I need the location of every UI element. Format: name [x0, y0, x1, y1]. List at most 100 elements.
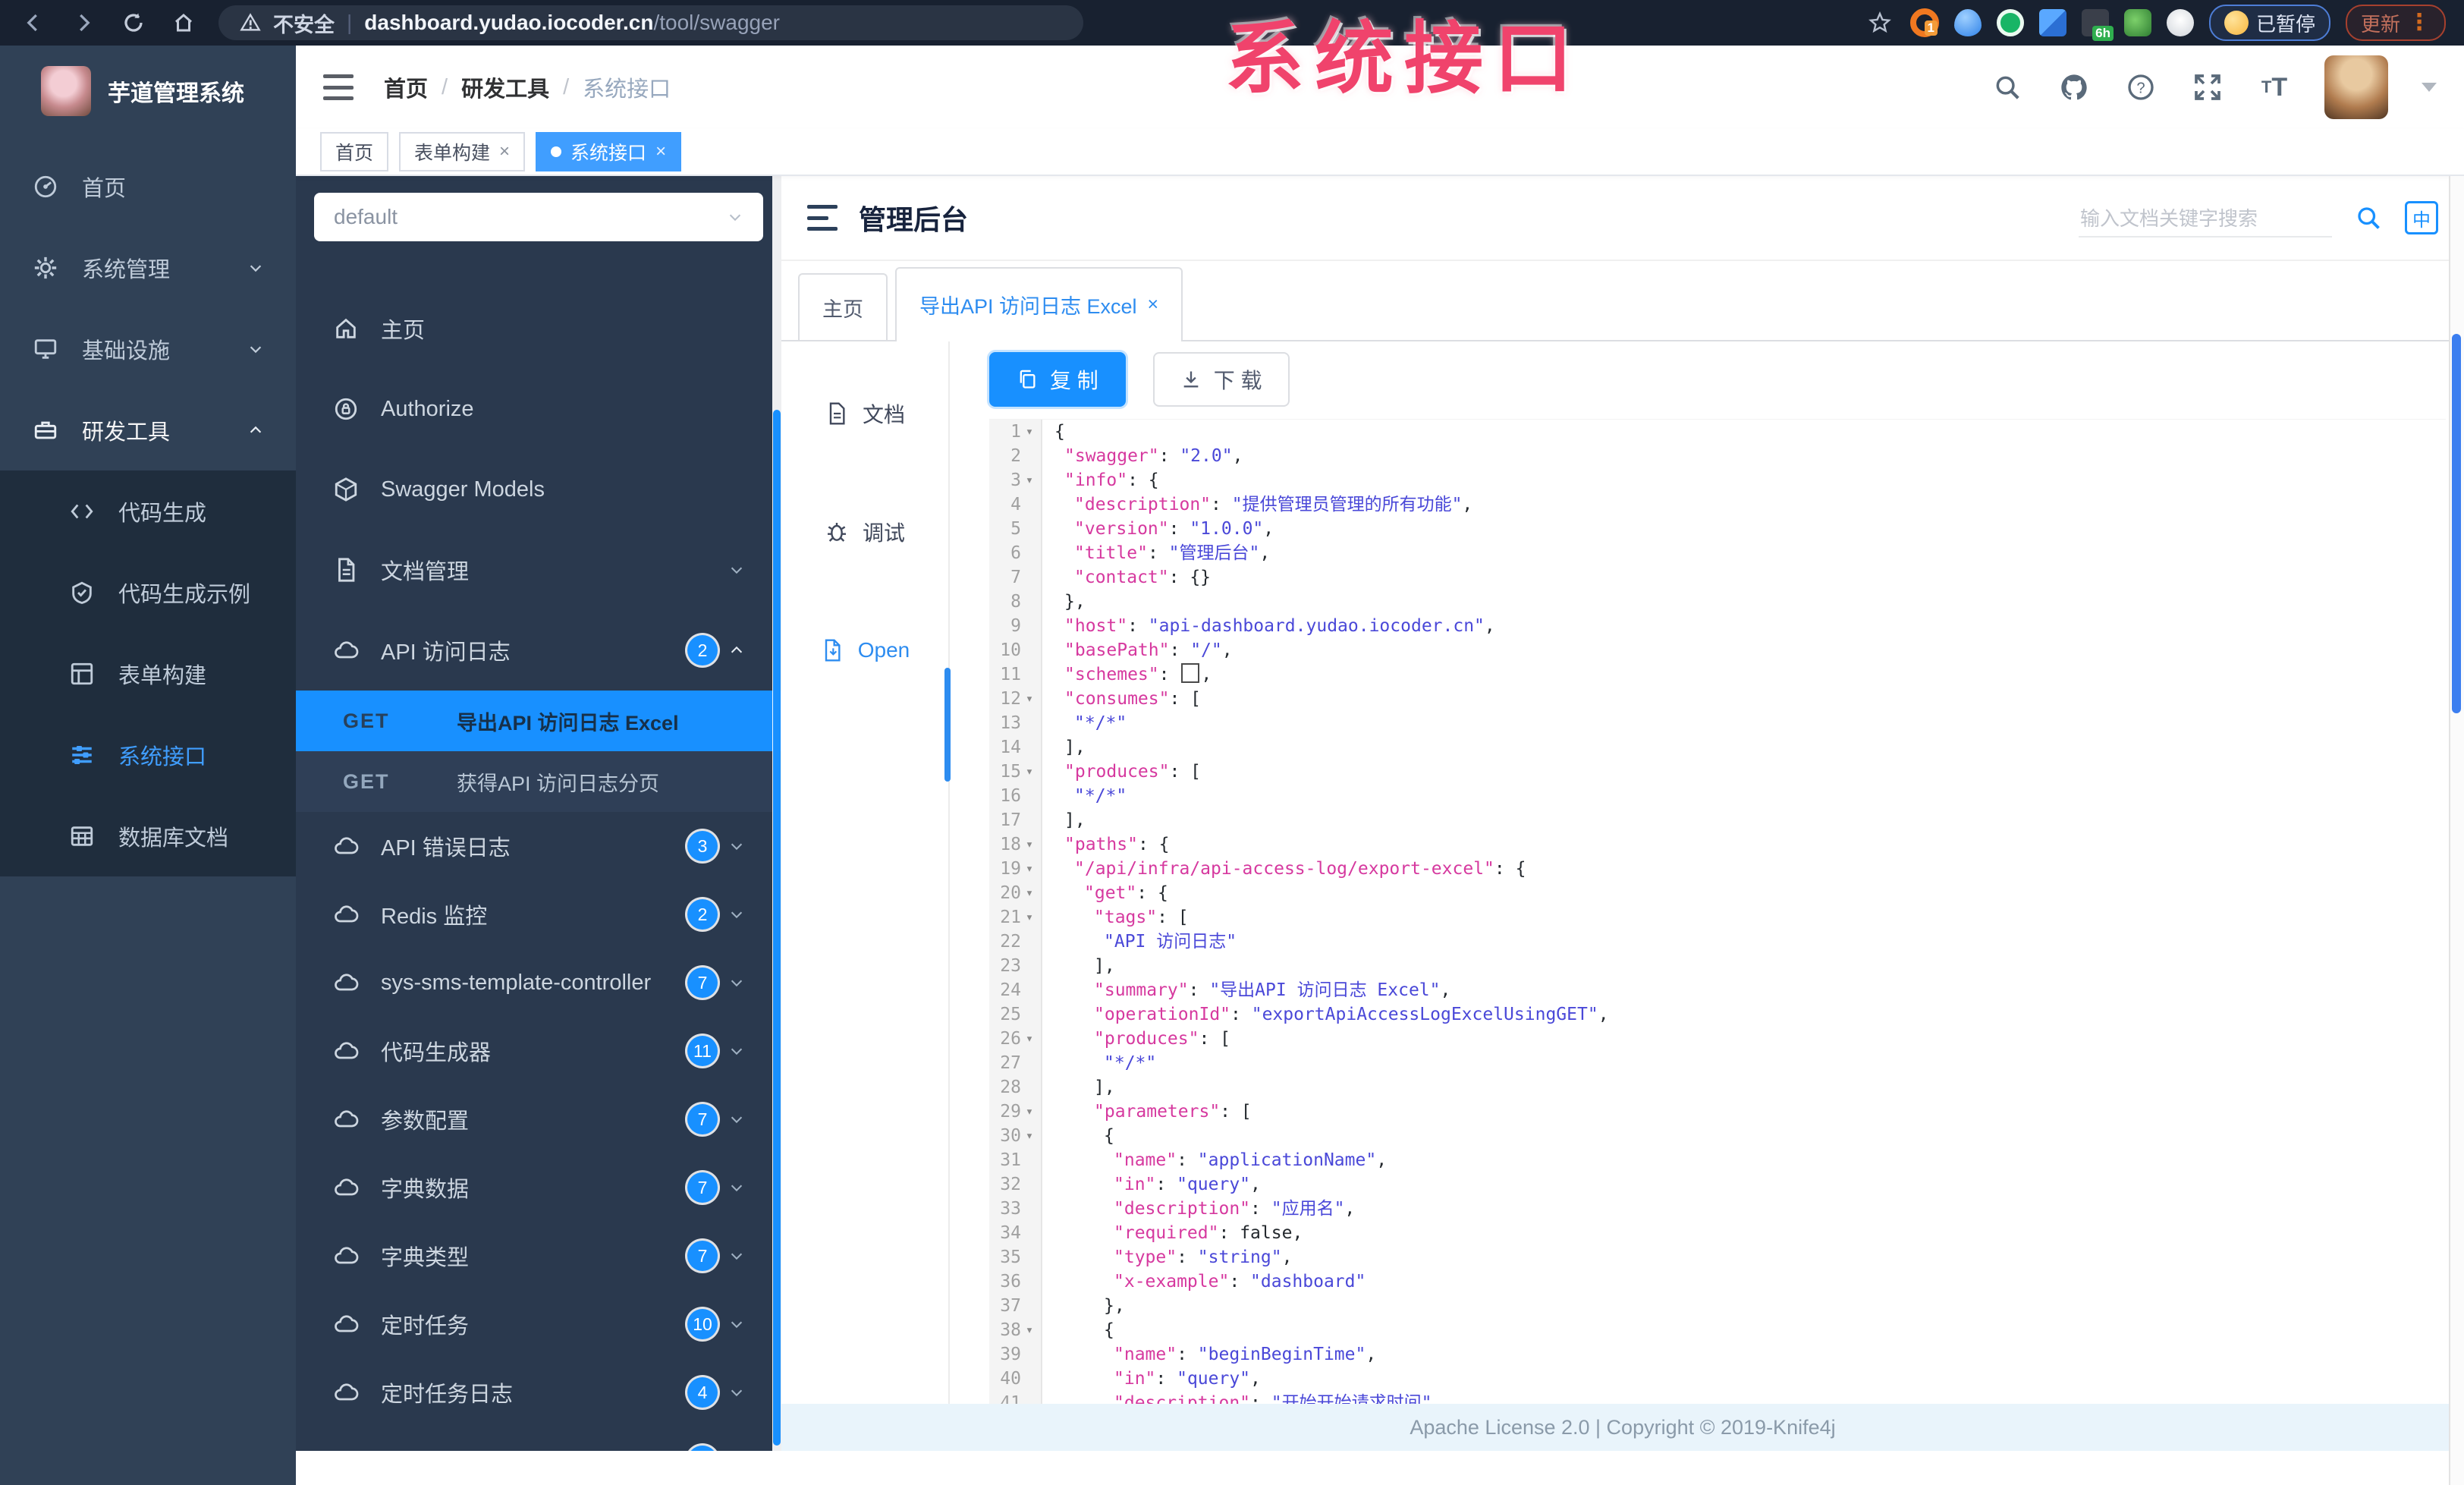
- breadcrumb-home[interactable]: 首页: [384, 71, 428, 103]
- sidebar-item-devtools[interactable]: 研发工具: [0, 389, 296, 470]
- doc-tab-export-excel[interactable]: 导出API 访问日志 Excel ×: [895, 267, 1183, 341]
- copy-button[interactable]: 复 制: [989, 352, 1126, 407]
- doc-search-icon[interactable]: [2352, 201, 2385, 234]
- extension-leaf-icon[interactable]: [2123, 9, 2151, 36]
- tag-close-icon[interactable]: ×: [655, 141, 666, 162]
- fold-toggle-icon[interactable]: ▾: [1023, 687, 1036, 711]
- language-switch-icon[interactable]: 中: [2405, 201, 2438, 234]
- page-scrollbar-thumb[interactable]: [2452, 334, 2461, 713]
- address-bar[interactable]: 不安全 | dashboard.yudao.iocoder.cn/tool/sw…: [218, 5, 1083, 40]
- extension-orange-icon[interactable]: 1: [1909, 8, 1939, 37]
- api-group-item[interactable]: 定时任务日志 4: [296, 1358, 781, 1427]
- api-group-item[interactable]: 参数配置 7: [296, 1085, 781, 1153]
- api-group-item[interactable]: 字典类型 7: [296, 1222, 781, 1290]
- tab-close-icon[interactable]: ×: [1148, 294, 1159, 316]
- operation-get-page[interactable]: GET 获得API 访问日志分页: [296, 751, 781, 812]
- tag-label: 首页: [335, 143, 374, 164]
- browser-reload-icon[interactable]: [118, 8, 149, 38]
- api-group-item[interactable]: 字典数据 7: [296, 1153, 781, 1222]
- browser-menu-icon[interactable]: ⋮: [2408, 11, 2431, 34]
- fold-toggle-icon[interactable]: ▾: [1023, 1027, 1036, 1051]
- chevron-down-icon: [731, 1185, 743, 1192]
- fold-toggle-icon[interactable]: ▾: [1023, 857, 1036, 881]
- fold-toggle-icon[interactable]: ▾: [1023, 1100, 1036, 1124]
- operation-label: 获得API 访问日志分页: [457, 772, 660, 795]
- fullscreen-icon[interactable]: [2191, 71, 2224, 104]
- api-group-item[interactable]: Redis 监控 2: [296, 880, 781, 949]
- k4j-item-label: 字典类型: [381, 1246, 470, 1270]
- chevron-up-icon: [247, 422, 264, 439]
- sidebar-item-home[interactable]: 首页: [0, 146, 296, 227]
- doc-tab-home[interactable]: 主页: [798, 273, 888, 340]
- github-icon[interactable]: [2057, 71, 2091, 104]
- cloud-api-icon: [332, 832, 360, 860]
- fold-toggle-icon[interactable]: ▾: [1023, 1124, 1036, 1148]
- k4j-sidebar-scrollbar[interactable]: [772, 176, 781, 1451]
- api-group-item[interactable]: sys-sms-template-controller 7: [296, 949, 781, 1017]
- sidebar-item-label: 首页: [82, 176, 127, 201]
- api-group-item[interactable]: API 错误日志 3: [296, 812, 781, 880]
- browser-home-icon[interactable]: [168, 8, 199, 38]
- operation-export-excel[interactable]: GET 导出API 访问日志 Excel: [296, 691, 781, 751]
- help-icon[interactable]: ?: [2124, 71, 2158, 104]
- json-code-editor[interactable]: 1 ▾{2 "swagger": "2.0", 3 ▾ "info": {4 "descri…: [989, 419, 2446, 1404]
- k4j-item-label: 字典数据: [381, 1178, 470, 1202]
- k4j-item-authorize[interactable]: Authorize: [296, 369, 781, 449]
- sidebar-item-codegen[interactable]: 代码生成: [0, 470, 296, 552]
- sidebar-item-infra[interactable]: 基础设施: [0, 308, 296, 389]
- doc-collapse-icon[interactable]: [807, 205, 838, 231]
- header-search-icon[interactable]: [1991, 71, 2024, 104]
- app-logo[interactable]: 芋道管理系统: [0, 46, 296, 137]
- k4j-item-home[interactable]: 主页: [296, 288, 781, 369]
- side-tab-open[interactable]: Open: [781, 609, 948, 692]
- k4j-item-doc-manage[interactable]: 文档管理: [296, 530, 781, 610]
- extension-paw-icon[interactable]: [2166, 9, 2194, 36]
- side-tab-doc[interactable]: 文档: [781, 372, 948, 455]
- security-label: 不安全: [273, 13, 335, 36]
- fold-toggle-icon[interactable]: ▾: [1023, 881, 1036, 905]
- paused-profile-pill[interactable]: 已暂停: [2208, 5, 2330, 41]
- fold-toggle-icon[interactable]: ▾: [1023, 760, 1036, 784]
- k4j-item-swagger-models[interactable]: Swagger Models: [296, 449, 781, 530]
- extension-dark-icon[interactable]: 6h: [2081, 9, 2114, 41]
- browser-forward-icon[interactable]: [68, 8, 99, 38]
- sidebar-item-db-doc[interactable]: 数据库文档: [0, 795, 296, 876]
- sidebar-item-codegen-example[interactable]: 代码生成示例: [0, 552, 296, 633]
- sidebar-item-system[interactable]: 系统管理: [0, 227, 296, 308]
- code-line: 35 "type": "string",: [989, 1245, 2446, 1269]
- api-group-select[interactable]: default: [314, 193, 763, 241]
- update-pill[interactable]: 更新 ⋮: [2345, 5, 2446, 41]
- user-menu-caret-icon[interactable]: [2422, 83, 2437, 92]
- bookmark-star-icon[interactable]: [1865, 8, 1895, 38]
- fold-toggle-icon[interactable]: ▾: [1023, 468, 1036, 492]
- breadcrumb-devtools[interactable]: 研发工具: [461, 71, 549, 103]
- fold-toggle-icon[interactable]: ▾: [1023, 905, 1036, 930]
- extension-puzzle-icon[interactable]: [2038, 9, 2066, 36]
- api-group-item[interactable]: 岗位 4: [296, 1427, 781, 1451]
- extension-green-circle-icon[interactable]: [1996, 9, 2024, 36]
- tag-home[interactable]: 首页: [320, 132, 389, 171]
- fold-toggle-icon[interactable]: ▾: [1023, 420, 1036, 444]
- download-button[interactable]: 下 载: [1152, 352, 1290, 407]
- api-group-item[interactable]: 定时任务 10: [296, 1290, 781, 1358]
- k4j-item-api-access-log[interactable]: API 访问日志 2: [296, 610, 781, 691]
- sidebar-collapse-icon[interactable]: [323, 74, 354, 100]
- doc-search-input[interactable]: 输入文档关键字搜索: [2079, 199, 2332, 238]
- sidebar-item-form-builder[interactable]: 表单构建: [0, 633, 296, 714]
- http-method-label: GET: [343, 709, 390, 732]
- side-tab-debug[interactable]: 调试: [781, 490, 948, 574]
- page-scrollbar[interactable]: [2449, 176, 2464, 1485]
- k4j-scrollbar-thumb[interactable]: [773, 410, 781, 1446]
- fold-toggle-icon[interactable]: ▾: [1023, 1318, 1036, 1342]
- fold-toggle-icon[interactable]: ▾: [1023, 832, 1036, 857]
- tag-system-api[interactable]: 系统接口 ×: [536, 132, 682, 171]
- k4j-item-label: API 访问日志: [381, 640, 511, 665]
- font-size-icon[interactable]: TT: [2258, 71, 2291, 104]
- api-group-item[interactable]: 代码生成器 11: [296, 1017, 781, 1085]
- user-avatar[interactable]: [2324, 55, 2388, 119]
- browser-back-icon[interactable]: [18, 8, 49, 38]
- extension-drop-icon[interactable]: [1953, 9, 1982, 36]
- tag-form-builder[interactable]: 表单构建 ×: [399, 132, 526, 171]
- sidebar-item-system-api[interactable]: 系统接口: [0, 714, 296, 795]
- tag-close-icon[interactable]: ×: [499, 141, 510, 162]
